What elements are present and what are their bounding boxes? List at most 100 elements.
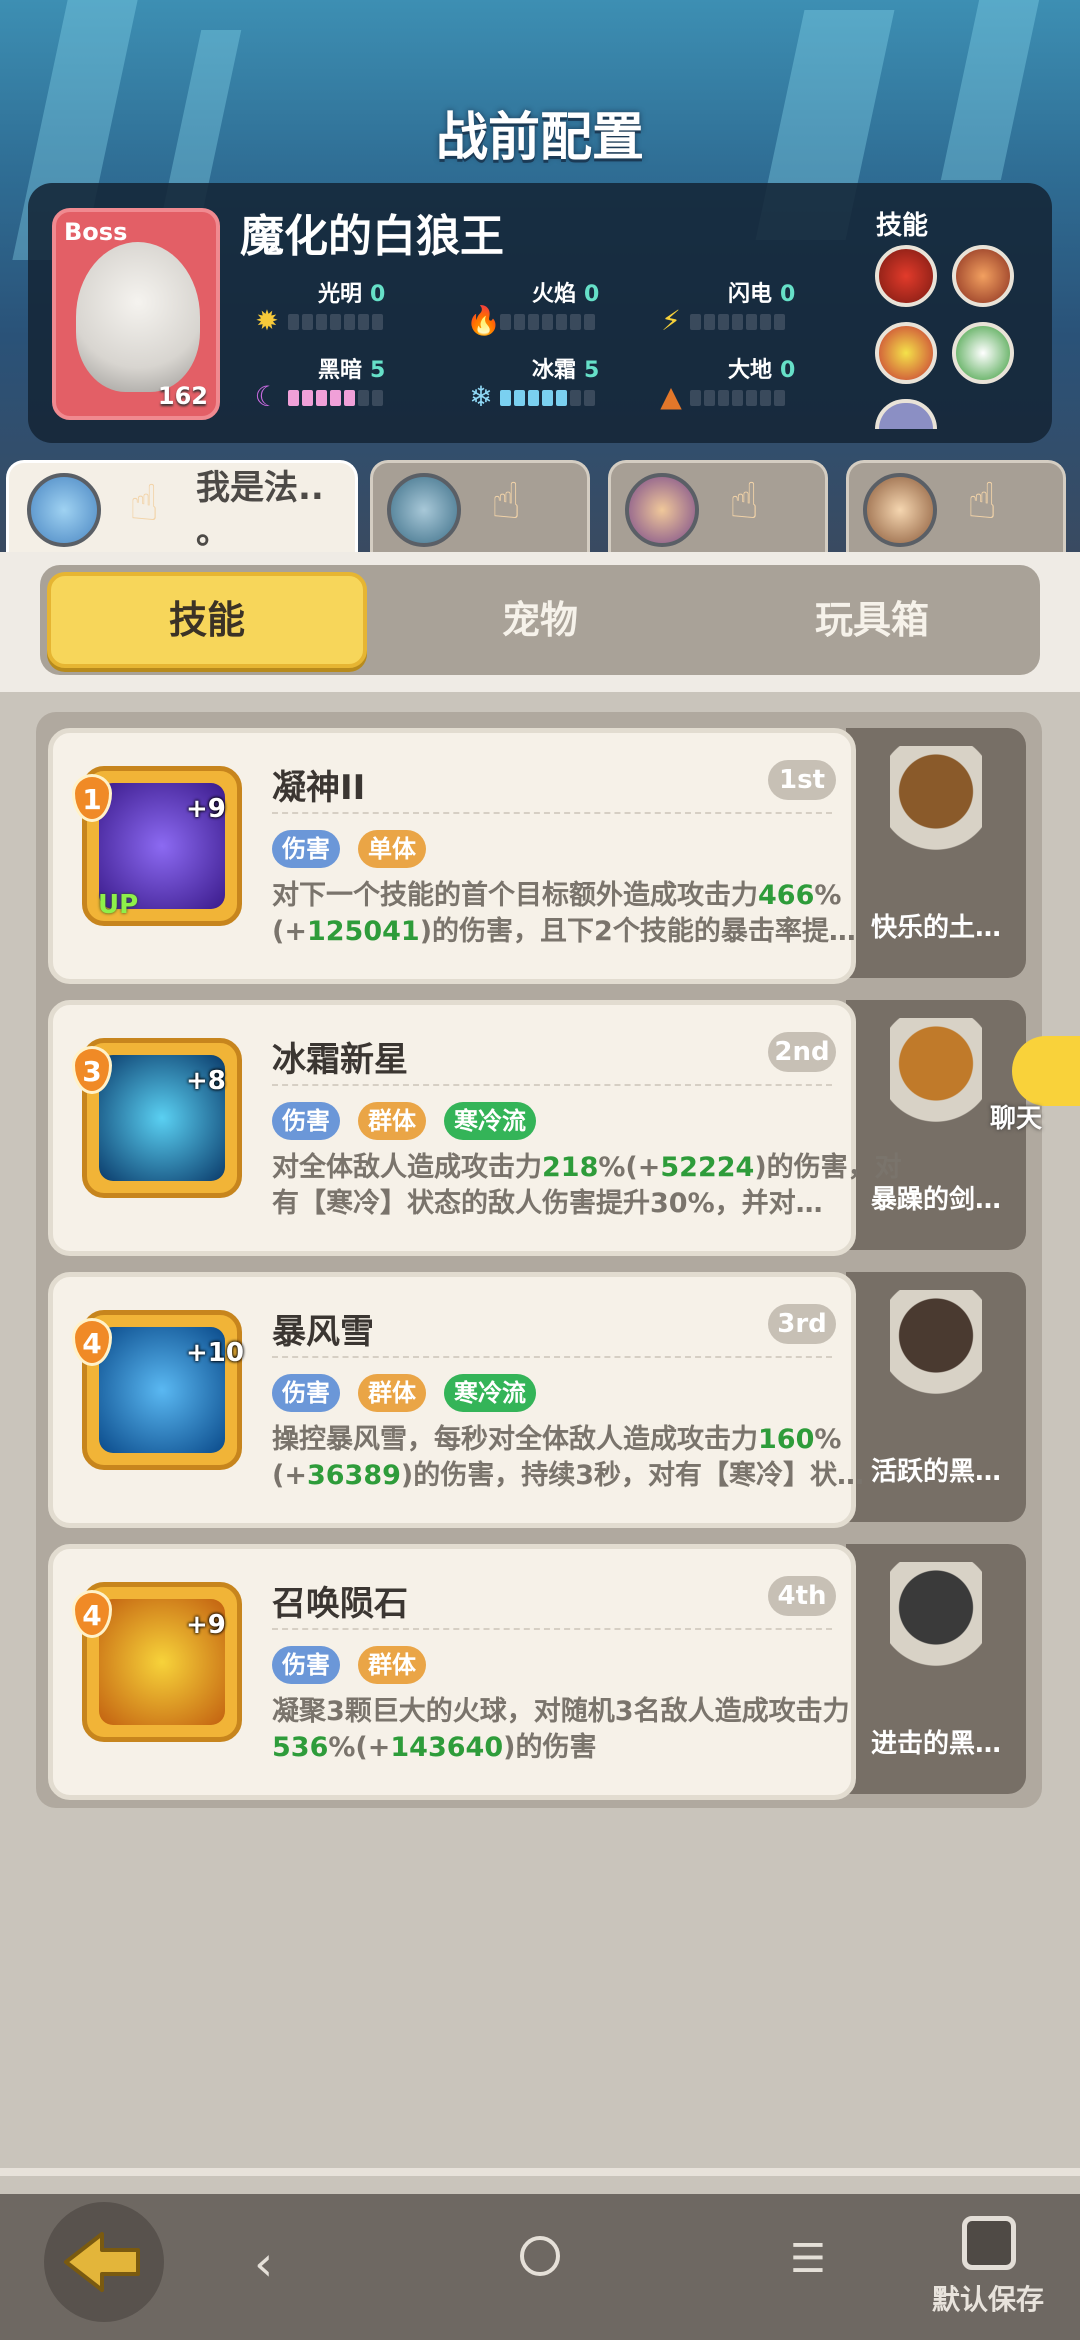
pet-figure [890, 1562, 982, 1692]
skill-tag: 单体 [358, 830, 426, 868]
skill-description: 对下一个技能的首个目标额外造成攻击力466%(+125041)的伤害，且下2个技… [272, 880, 856, 947]
element-name: 冰霜 [532, 358, 577, 383]
element-label: 火焰 0 [532, 276, 599, 308]
boss-name: 魔化的白狼王 [240, 211, 504, 262]
element-label: 闪电 0 [728, 276, 795, 308]
fire-icon: 🔥 [466, 304, 501, 337]
skill-tag: 伤害 [272, 1102, 340, 1140]
earth-icon: ▲ [660, 380, 682, 413]
nav-home-icon[interactable] [520, 2236, 560, 2276]
boss-skills-title: 技能 [876, 211, 929, 241]
divider [0, 2168, 1080, 2176]
hero-avatar [27, 473, 101, 547]
divider [272, 1356, 832, 1358]
skill-tag: 伤害 [272, 1374, 340, 1412]
upgrade-badge: UP [98, 890, 139, 920]
boss-skill-3-icon[interactable] [875, 322, 937, 384]
element-label: 光明 0 [318, 276, 385, 308]
lightning-icon: ⚡ [661, 304, 681, 337]
hero-tab-2[interactable]: ☝ [370, 460, 590, 552]
back-button[interactable] [44, 2202, 164, 2322]
skill-rank: 1st [768, 760, 836, 800]
skill-name: 冰霜新星 [272, 1040, 408, 1080]
tap-hand-icon: ☝ [491, 472, 522, 530]
skill-description: 对全体敌人造成攻击力218%(+52224)的伤害，对有【寒冷】状态的敌人伤害提… [272, 1152, 902, 1219]
tab-pets[interactable]: 宠物 [380, 572, 700, 668]
hero-tab-3[interactable]: ☝ [608, 460, 828, 552]
skill-tag: 寒冷流 [444, 1102, 536, 1140]
boss-skill-2-icon[interactable] [952, 245, 1014, 307]
default-save-label[interactable]: 默认保存 [932, 2278, 1044, 2318]
element-bar [288, 314, 383, 330]
pet-figure [890, 746, 982, 876]
element-value: 0 [370, 282, 386, 307]
skill-rank: 2nd [768, 1032, 836, 1072]
skill-tag: 群体 [358, 1102, 426, 1140]
element-value: 0 [780, 358, 796, 383]
skill-tag: 寒冷流 [444, 1374, 536, 1412]
boss-portrait[interactable]: Boss 162 [52, 208, 220, 420]
hero-avatar [863, 473, 937, 547]
element-bar [500, 390, 595, 406]
chat-icon[interactable] [1012, 1036, 1080, 1106]
element-label: 大地 0 [728, 352, 795, 384]
element-bar [288, 390, 383, 406]
element-bar [690, 390, 785, 406]
divider [272, 812, 832, 814]
chat-label[interactable]: 聊天 [990, 1098, 1042, 1135]
sun-icon: ✹ [255, 304, 279, 337]
default-save-checkbox[interactable] [962, 2216, 1016, 2270]
boss-skill-1-icon[interactable] [875, 245, 937, 307]
tap-hand-icon: ☝ [729, 472, 760, 530]
tap-hand-icon: ☝ [129, 474, 160, 532]
skill-rank: 4th [768, 1576, 836, 1616]
element-value: 0 [780, 282, 796, 307]
page-title: 战前配置 [435, 108, 644, 168]
element-name: 光明 [318, 282, 363, 307]
pet-figure [890, 1018, 982, 1148]
element-label: 冰霜 5 [532, 352, 599, 384]
skill-plus: +10 [186, 1338, 244, 1368]
skill-plus: +8 [186, 1066, 226, 1096]
element-bar [500, 314, 595, 330]
white-wolf-avatar [76, 242, 200, 392]
moon-icon: ☾ [254, 380, 280, 413]
hero-tab-4[interactable]: ☝ [846, 460, 1066, 552]
element-name: 闪电 [728, 282, 773, 307]
element-value: 5 [370, 358, 386, 383]
boss-level: 162 [157, 382, 208, 410]
skill-name: 召唤陨石 [272, 1584, 408, 1624]
element-value: 0 [584, 282, 600, 307]
skill-description: 凝聚3颗巨大的火球，对随机3名敌人造成攻击力536%(+143640)的伤害 [272, 1696, 850, 1763]
skill-name: 凝神II [272, 768, 366, 808]
tab-skills[interactable]: 技能 [47, 572, 367, 668]
hero-avatar [387, 473, 461, 547]
element-name: 大地 [728, 358, 773, 383]
hero-avatar [625, 473, 699, 547]
hero-name: 我是法.. 。 [196, 468, 324, 552]
skill-rank: 3rd [768, 1304, 836, 1344]
skill-tag: 伤害 [272, 830, 340, 868]
skill-description: 操控暴风雪，每秒对全体敌人造成攻击力160%(+36389)的伤害，持续3秒，对… [272, 1424, 865, 1491]
boss-skill-4-icon[interactable] [952, 322, 1014, 384]
snowflake-icon: ❄ [469, 380, 493, 413]
element-name: 黑暗 [318, 358, 363, 383]
skill-plus: +9 [186, 794, 226, 824]
skill-tag: 群体 [358, 1374, 426, 1412]
element-bar [690, 314, 785, 330]
nav-menu-icon[interactable]: ☰ [790, 2236, 826, 2282]
nav-back-icon[interactable]: ‹ [254, 2236, 273, 2292]
element-value: 5 [584, 358, 600, 383]
boss-tag: Boss [64, 218, 128, 246]
divider [272, 1084, 832, 1086]
skill-name: 暴风雪 [272, 1312, 374, 1352]
tab-toybox[interactable]: 玩具箱 [712, 572, 1032, 668]
tap-hand-icon: ☝ [967, 472, 998, 530]
skill-tag: 群体 [358, 1646, 426, 1684]
divider [272, 1628, 832, 1630]
element-label: 黑暗 5 [318, 352, 385, 384]
skill-plus: +9 [186, 1610, 226, 1640]
pet-figure [890, 1290, 982, 1420]
skill-tag: 伤害 [272, 1646, 340, 1684]
element-name: 火焰 [532, 282, 577, 307]
